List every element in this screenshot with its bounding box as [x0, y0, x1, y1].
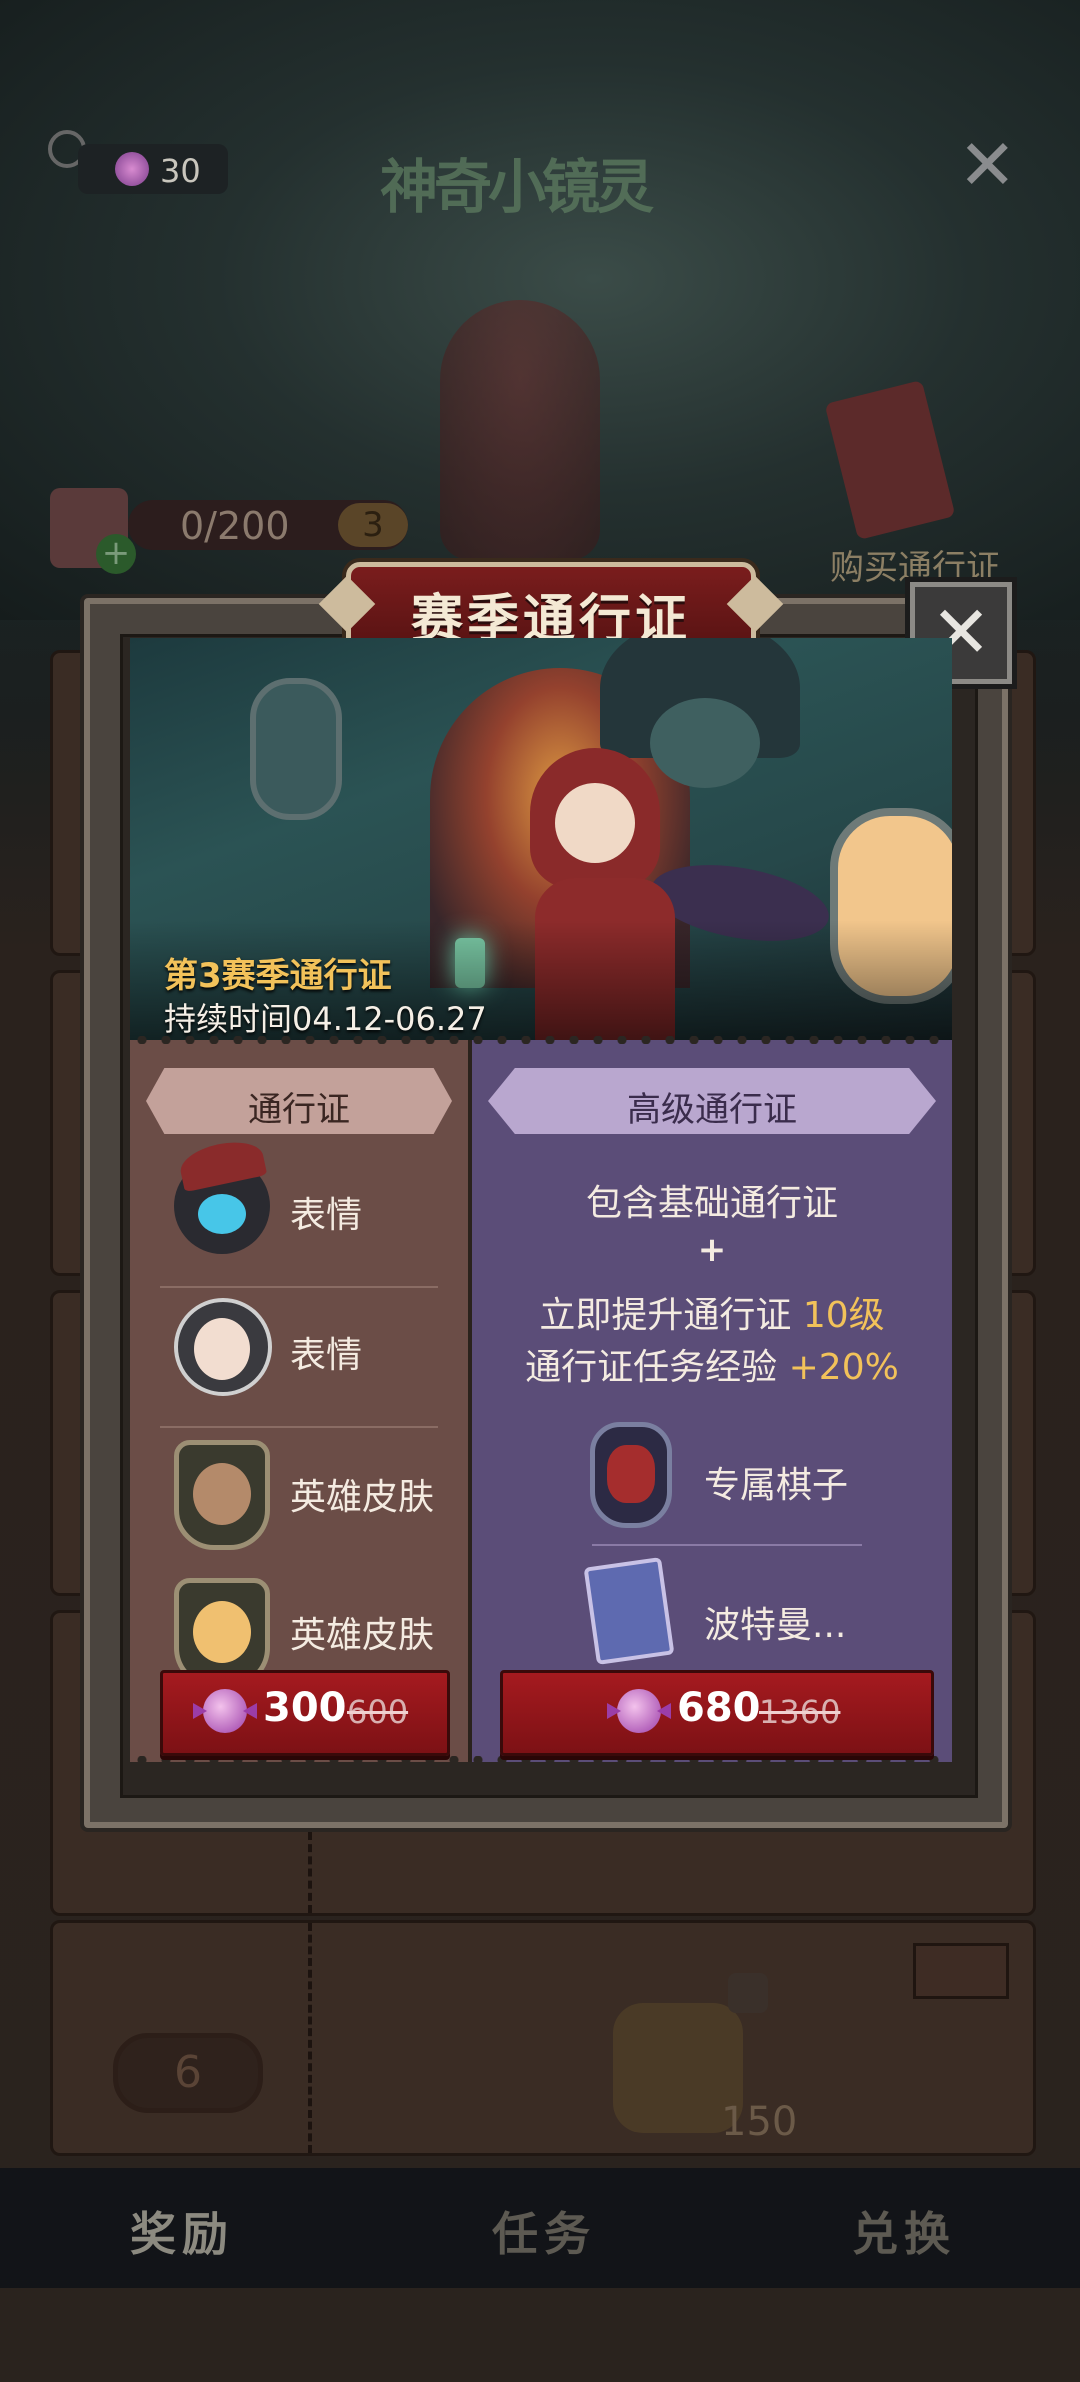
item-label: 英雄皮肤 [290, 1615, 435, 1656]
tab-rewards[interactable]: 奖励 [130, 2198, 234, 2264]
chess-piece-icon [590, 1422, 672, 1528]
premium-pass-column: 高级通行证 包含基础通行证 + 立即提升通行证 10级 通行证任务经验 +20%… [472, 1040, 952, 1762]
girl-emote-icon [174, 1298, 272, 1396]
item-label: 专属棋子 [704, 1465, 849, 1506]
card-icon [583, 1557, 675, 1665]
bottom-tab-bar: 奖励 任务 兑换 [0, 2168, 1080, 2288]
skull-emote-icon [174, 1158, 270, 1254]
level-number-badge: 3 [338, 503, 408, 547]
premium-includes-basic: 包含基础通行证 [585, 1183, 838, 1224]
season-banner: 第3赛季通行证 持续时间04.12-06.27 [130, 638, 952, 1040]
buy-basic-pass-button[interactable]: 300 600 [160, 1670, 450, 1756]
currency-display [78, 144, 228, 194]
level-boost-value: 10级 [802, 1295, 885, 1336]
item-label: 英雄皮肤 [290, 1477, 435, 1518]
premium-original-price: 1360 [759, 1693, 841, 1731]
basic-price: 300 [263, 1685, 347, 1731]
plus-icon[interactable]: + [96, 534, 136, 574]
premium-pass-header: 高级通行证 [488, 1068, 936, 1134]
lock-icon [728, 1973, 768, 2013]
season-duration: 持续时间04.12-06.27 [164, 1000, 487, 1038]
buy-premium-pass-button[interactable]: 680 1360 [500, 1670, 934, 1756]
basic-original-price: 600 [347, 1693, 409, 1731]
tab-exchange[interactable]: 兑换 [852, 2198, 956, 2264]
premium-pass-header-label: 高级通行证 [627, 1090, 797, 1130]
list-item[interactable]: 表情 [130, 1148, 468, 1288]
season-pass-modal: 赛季通行证 ✕ 第3赛季通行证 持续时间04.12-06.27 通行证 表情 表… [84, 562, 1012, 1828]
item-label: 表情 [290, 1195, 363, 1236]
list-item[interactable]: 表情 [130, 1288, 468, 1428]
row-tag-icon [913, 1943, 1009, 1999]
basic-pass-header: 通行证 [146, 1068, 452, 1134]
item-label: 表情 [290, 1335, 363, 1376]
exp-bonus-value: +20% [788, 1347, 899, 1388]
candy-icon [115, 152, 149, 186]
row-level-pill: 6 [113, 2033, 263, 2113]
basic-pass-header-label: 通行证 [248, 1090, 350, 1130]
premium-exp-bonus: 通行证任务经验 +20% [525, 1347, 899, 1388]
game-title: 神奇小镜灵 [380, 153, 654, 221]
plus-icon: + [697, 1230, 727, 1270]
premium-level-boost: 立即提升通行证 10级 [539, 1295, 885, 1336]
season-label: 第3赛季通行证 [164, 956, 392, 996]
candy-icon [617, 1689, 661, 1733]
hero-skin-icon [174, 1440, 270, 1550]
list-item[interactable]: 英雄皮肤 [130, 1430, 468, 1570]
mirror-art [250, 678, 342, 820]
reward-row: 6 150 [50, 1920, 1036, 2156]
item-label: 波特曼... [704, 1605, 847, 1646]
close-icon[interactable]: ✕ [958, 130, 1017, 200]
tab-tasks[interactable]: 任务 [492, 2198, 596, 2264]
reward-value: 150 [721, 2099, 798, 2145]
level-progress-text: 0/200 [180, 504, 290, 548]
currency-value: 30 [160, 152, 201, 190]
list-item[interactable]: 专属棋子 [472, 1422, 952, 1562]
header-hero-art [440, 300, 600, 560]
basic-pass-column: 通行证 表情 表情 英雄皮肤 英雄皮肤 [130, 1040, 468, 1762]
premium-price: 680 [677, 1685, 761, 1731]
candy-icon [203, 1689, 247, 1733]
